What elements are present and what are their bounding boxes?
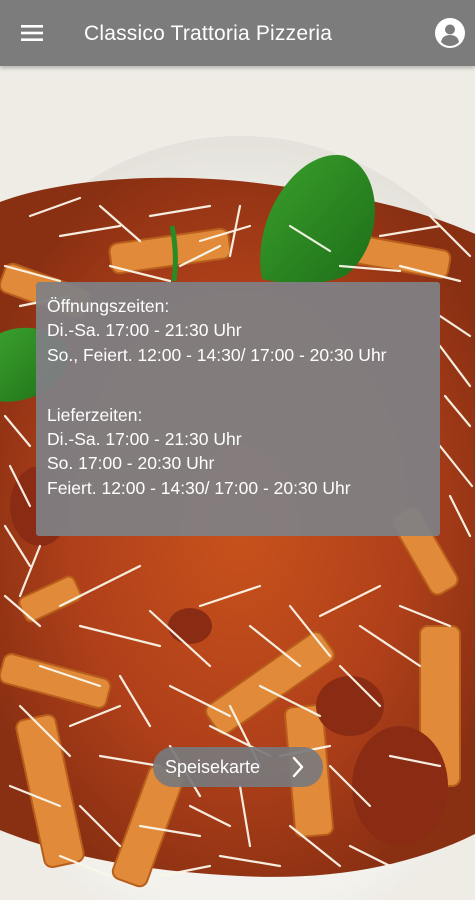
speisekarte-button[interactable]: Speisekarte bbox=[153, 747, 323, 787]
account-circle-icon bbox=[435, 18, 465, 48]
app-bar: Classico Trattoria Pizzeria bbox=[0, 0, 475, 66]
opening-hours-heading: Öffnungszeiten: bbox=[47, 296, 170, 316]
hours-info-card: Öffnungszeiten: Di.-Sa. 17:00 - 21:30 Uh… bbox=[36, 282, 440, 536]
opening-hours-line-1: Di.-Sa. 17:00 - 21:30 Uhr bbox=[47, 320, 242, 341]
delivery-hours-line-1: Di.-Sa. 17:00 - 21:30 Uhr bbox=[47, 429, 242, 450]
delivery-hours-line-2: So. 17:00 - 20:30 Uhr bbox=[47, 453, 215, 474]
profile-button[interactable] bbox=[433, 16, 467, 50]
chevron-right-icon bbox=[285, 754, 311, 780]
delivery-hours-heading: Lieferzeiten: bbox=[47, 404, 143, 425]
opening-hours-line-2: So., Feiert. 12:00 - 14:30/ 17:00 - 20:3… bbox=[47, 344, 387, 365]
delivery-hours-line-3: Feiert. 12:00 - 14:30/ 17:00 - 20:30 Uhr bbox=[47, 477, 351, 498]
speisekarte-label: Speisekarte bbox=[165, 756, 261, 777]
hamburger-menu-icon bbox=[21, 25, 43, 41]
app-title: Classico Trattoria Pizzeria bbox=[84, 22, 333, 45]
menu-button[interactable] bbox=[12, 13, 52, 53]
